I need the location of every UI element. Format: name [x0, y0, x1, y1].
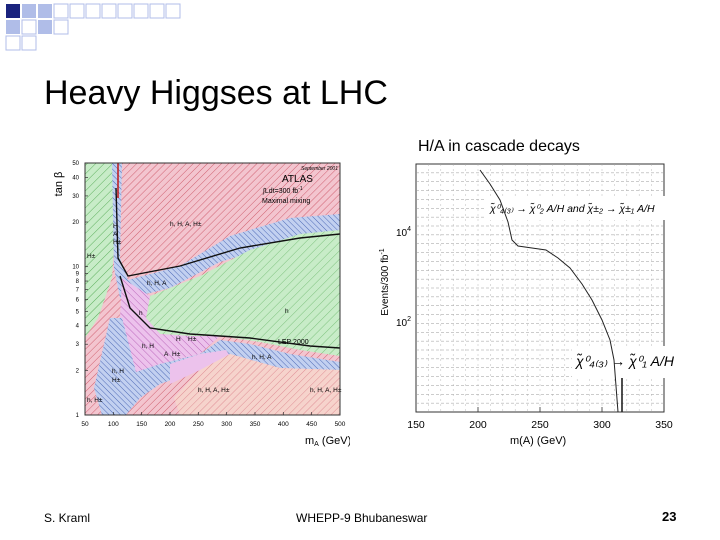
region-label: A [113, 231, 118, 238]
region-label: H± [113, 239, 122, 246]
y-tick-label: 5 [76, 309, 80, 315]
region-label: H± [188, 336, 197, 343]
x-tick-label: 150 [136, 421, 147, 428]
y-tick-label: 1 [76, 413, 80, 419]
y-tick-label: 6 [76, 298, 80, 304]
x-tick-label: 300 [221, 421, 232, 428]
deco-square [53, 3, 69, 19]
corner-decoration [5, 3, 181, 51]
slide-title: Heavy Higgses at LHC [44, 74, 388, 112]
region-label: h [285, 308, 289, 315]
y-tick-label: 102 [396, 316, 411, 329]
deco-square [5, 35, 21, 51]
region-label: H [113, 223, 118, 230]
x-tick-label: 200 [469, 419, 487, 431]
lep-label: LEP 2000 [278, 339, 309, 346]
x-tick-label: 350 [655, 419, 673, 431]
y-tick-label: 3 [76, 342, 80, 348]
atlas-label: ATLAS [282, 174, 313, 185]
deco-square [21, 19, 37, 35]
y-tick-label: 30 [72, 194, 79, 200]
x-tick-label: 250 [193, 421, 204, 428]
decay-label-bottom: χ̃⁰₄₍₃₎ → χ̃⁰₁ A/H [574, 353, 675, 369]
region-label: A [164, 351, 169, 358]
region-label: H± [112, 377, 121, 384]
region-label: H± [87, 253, 96, 260]
right-plot-y-ticks: 104 102 [396, 226, 411, 329]
x-tick-label: 300 [593, 419, 611, 431]
y-tick-label: 50 [72, 161, 79, 167]
decay-label-top: χ̃⁰₄₍₃₎ → χ̃⁰₂ A/H and χ̃±₂ → χ̃±₁ A/H [489, 202, 655, 215]
region-label: h, H± [87, 397, 103, 404]
right-plot-xlabel: m(A) (GeV) [510, 435, 566, 447]
x-tick-label: 350 [250, 421, 261, 428]
left-plot-ylabel: tan β [53, 172, 65, 197]
deco-square [22, 4, 36, 18]
y-tick-label: 8 [76, 279, 80, 285]
x-tick-label: 400 [278, 421, 289, 428]
y-tick-label: 7 [76, 288, 80, 294]
deco-square [6, 4, 20, 18]
footer-author: S. Kraml [44, 511, 91, 525]
region-label: h, H [142, 343, 154, 350]
right-plot-caption: H/A in cascade decays [418, 138, 580, 155]
x-tick-label: 450 [306, 421, 317, 428]
region-label: h, H, A, H± [198, 387, 230, 394]
cascade-events-plot: Events/300 fb-1 χ̃⁰₄₍₃₎ → χ̃⁰₂ A/H and χ… [379, 163, 698, 447]
deco-square [6, 20, 20, 34]
y-tick-label: 104 [396, 226, 411, 239]
region-label: H [176, 336, 181, 343]
lumi-label: ∫Ldt=300 fb-1 [262, 186, 303, 195]
x-tick-label: 200 [165, 421, 176, 428]
deco-square [38, 20, 52, 34]
discovery-region-plot: tan β September 2001 ATLAS ∫Ldt=300 fb-1… [53, 161, 350, 448]
region-label: h, H, A [252, 354, 272, 361]
region-label: h, H, A, H± [310, 387, 342, 394]
x-tick-label: 250 [531, 419, 549, 431]
x-tick-label: 500 [335, 421, 346, 428]
region-label: h, H, A [147, 280, 167, 287]
y-tick-label: 4 [76, 324, 80, 330]
deco-square [38, 4, 52, 18]
left-plot-xlabel: mA (GeV) [305, 435, 350, 448]
y-tick-label: 9 [76, 271, 80, 277]
region-label: H± [172, 351, 181, 358]
right-plot-ylabel: Events/300 fb-1 [379, 248, 391, 315]
mixing-label: Maximal mixing [262, 198, 310, 205]
y-tick-label: 40 [72, 175, 79, 181]
x-tick-label: 50 [81, 421, 89, 428]
y-tick-label: 10 [72, 265, 79, 271]
y-tick-label: 20 [72, 220, 79, 226]
footer-venue: WHEPP-9 Bhubaneswar [296, 511, 428, 525]
region-label: h, H [112, 368, 124, 375]
page-number: 23 [662, 509, 677, 524]
x-tick-label: 150 [407, 419, 425, 431]
region-label: h, H, A, H± [170, 221, 202, 228]
y-tick-label: 2 [76, 368, 80, 374]
left-plot-corner-note: September 2001 [301, 166, 338, 172]
x-tick-label: 100 [108, 421, 119, 428]
region-label: h [139, 310, 143, 317]
